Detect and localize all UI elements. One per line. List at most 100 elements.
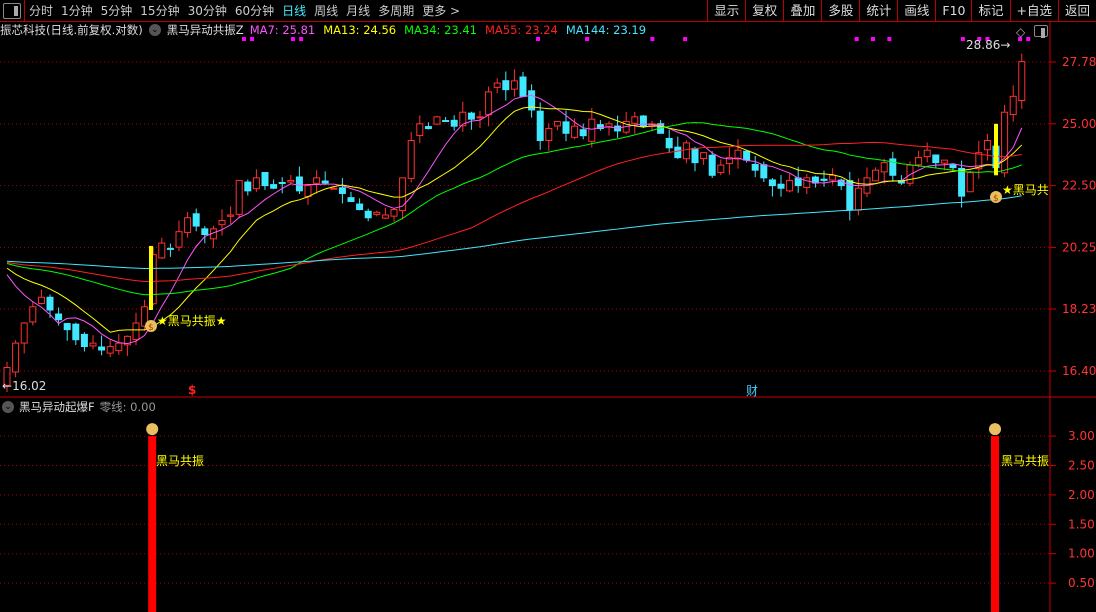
candle-body [261, 172, 269, 187]
finance-marker[interactable]: 财 [746, 382, 758, 399]
candle-body [166, 247, 174, 250]
candle-body [829, 174, 837, 181]
candle-body [390, 209, 398, 217]
candle-body [571, 125, 579, 138]
candle-body [682, 142, 690, 160]
candle-body [192, 213, 200, 227]
sub-legend: ⌄ 黑马异动起爆F 零线: 0.00 [2, 399, 156, 415]
candle-body [381, 214, 389, 219]
signal-dot [585, 37, 590, 41]
candle-body [880, 162, 888, 173]
candle-body [605, 123, 613, 128]
candle-body [175, 231, 183, 248]
candle-body [227, 214, 235, 217]
candle-body [321, 180, 329, 184]
candle-body [416, 123, 424, 136]
sub-tick-label: 2.50 [1068, 459, 1095, 473]
candle-body [80, 333, 88, 348]
candle-body [1018, 61, 1026, 102]
candle-body [467, 112, 475, 120]
ma-line [6, 141, 1022, 282]
candle-body [442, 120, 450, 123]
candle-body [12, 342, 20, 373]
money-bag-icon: $ [993, 194, 999, 204]
candle-body [252, 177, 260, 190]
candle-body [72, 323, 80, 341]
candle-body [854, 187, 862, 211]
sub-dropdown-icon[interactable]: ⌄ [2, 401, 14, 413]
candle-body [786, 179, 794, 192]
sub-signal-label-1: 黑马共振 [156, 454, 205, 468]
panel-toggle-icon[interactable] [1034, 25, 1048, 38]
price-tick-label: 18.23 [1062, 302, 1096, 316]
candle-body [244, 181, 252, 192]
candle-body [89, 342, 97, 347]
candle-body [760, 164, 768, 179]
zero-line-label: 零线: 0.00 [99, 400, 156, 414]
sub-tick-label: 0.50 [1068, 576, 1095, 590]
money-bag-icon [989, 423, 1001, 436]
candle-body [545, 128, 553, 141]
candle-body [20, 322, 28, 344]
candle-body [115, 342, 123, 352]
candle-body [700, 152, 708, 160]
candle-body [519, 76, 527, 97]
candle-body [235, 179, 243, 215]
ma-line [6, 94, 1023, 345]
candle-body [502, 80, 510, 91]
candle-body [717, 164, 725, 174]
price-tick-label: 20.25 [1062, 240, 1096, 254]
candle-body [338, 187, 346, 194]
candle-body [966, 172, 974, 193]
candle-body [674, 146, 682, 159]
candle-body [364, 210, 372, 219]
high-price: 28.86 [966, 38, 1001, 52]
candle-body [1009, 95, 1017, 116]
candle-body [983, 139, 991, 151]
candle-body [55, 313, 63, 321]
signal-dot [854, 37, 859, 41]
candle-body [958, 167, 966, 197]
signal-dot [299, 37, 304, 41]
candle-body [304, 185, 312, 197]
price-tick-label: 22.50 [1062, 179, 1096, 193]
candle-body [287, 179, 295, 183]
candle-body [820, 178, 828, 181]
sub-tick-label: 2.00 [1068, 488, 1095, 502]
candle-body [476, 116, 484, 119]
signal-dot [650, 37, 655, 41]
candle-body [158, 242, 166, 259]
candle-body [949, 164, 957, 169]
candle-body [691, 147, 699, 164]
candle-body [46, 296, 54, 311]
candle-body [106, 346, 114, 354]
kline-chart[interactable]: 27.78 25.00 22.50 20.25 18.23 16.40 3.00 2.50 2.… [0, 0, 1096, 612]
candle-body [347, 197, 355, 202]
candle-body [751, 163, 759, 171]
candle-body [588, 118, 596, 142]
candle-body [579, 129, 587, 137]
signal-bar [149, 245, 153, 310]
candle-body [98, 346, 106, 351]
candle-body [295, 176, 303, 192]
candle-body [424, 126, 432, 130]
candle-body [184, 217, 192, 233]
sub-signal-label-2: 黑马共振 [1001, 454, 1050, 468]
money-bag-icon: $ [148, 323, 154, 333]
candle-body [29, 306, 37, 323]
candle-body [450, 119, 458, 127]
sub-signal-bar [991, 436, 999, 612]
price-tick-label: 16.40 [1062, 364, 1096, 378]
signal-label-2: ★黑马共 [1002, 183, 1049, 197]
diamond-icon[interactable]: ◇ [1016, 25, 1025, 39]
candle-body [485, 91, 493, 116]
sub-tick-label: 1.50 [1068, 517, 1095, 531]
dollar-marker[interactable]: $ [188, 383, 196, 397]
candle-body [132, 322, 140, 340]
candle-body [407, 139, 415, 179]
price-tick-label: 25.00 [1062, 117, 1096, 131]
candle-body [37, 296, 45, 304]
candle-body [708, 154, 716, 176]
signal-dot [887, 37, 892, 41]
candle-body [872, 169, 880, 182]
